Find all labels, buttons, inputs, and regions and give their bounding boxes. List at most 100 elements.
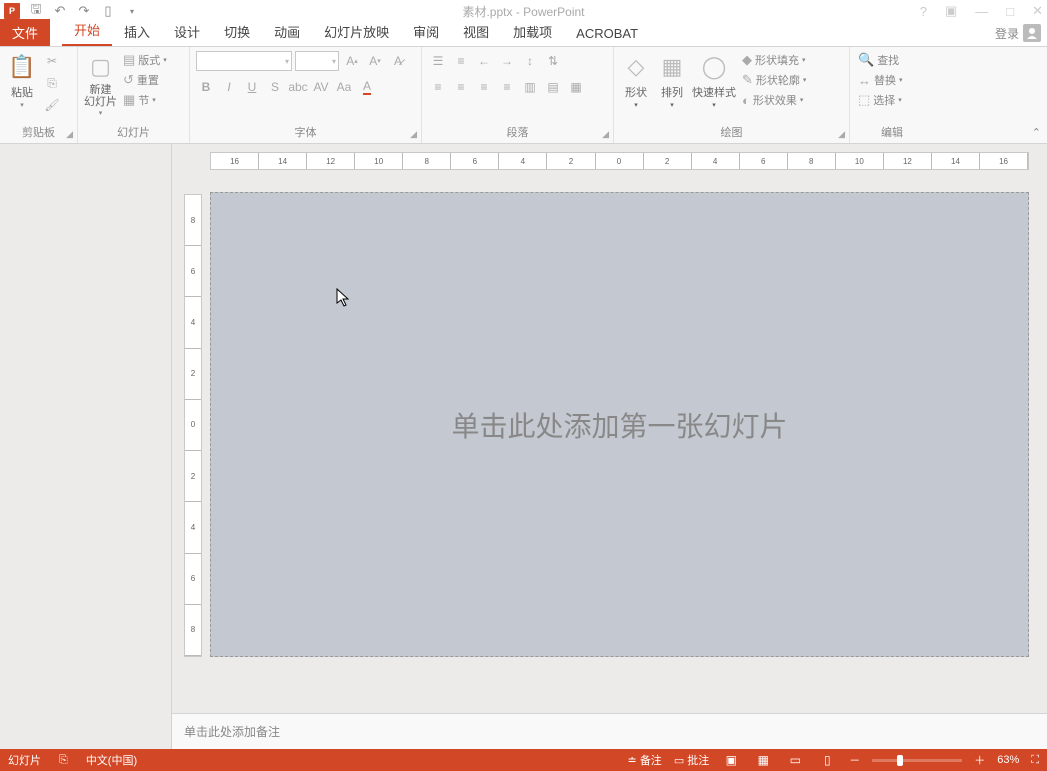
select-icon: ⬚ bbox=[858, 92, 870, 108]
slideshow-view-icon[interactable]: ▯ bbox=[817, 752, 837, 768]
quick-style-button[interactable]: ◯快速样式▾ bbox=[692, 51, 736, 124]
strikethrough-button[interactable]: S bbox=[265, 77, 285, 97]
paste-label: 粘贴 bbox=[11, 84, 33, 100]
reading-view-icon[interactable]: ▭ bbox=[785, 752, 805, 768]
grow-font-icon[interactable]: A▴ bbox=[342, 51, 362, 71]
font-size-select[interactable]: ▾ bbox=[295, 51, 339, 71]
tab-file[interactable]: 文件 bbox=[0, 19, 50, 46]
zoom-out-button[interactable]: － bbox=[849, 752, 860, 768]
underline-button[interactable]: U bbox=[242, 77, 262, 97]
font-color-icon[interactable]: A bbox=[357, 77, 377, 97]
align-center-icon[interactable]: ≡ bbox=[451, 77, 471, 97]
zoom-slider[interactable] bbox=[872, 759, 962, 762]
notes-placeholder: 单击此处添加备注 bbox=[184, 725, 280, 739]
tab-insert[interactable]: 插入 bbox=[112, 19, 162, 46]
first-slide-placeholder: 单击此处添加第一张幻灯片 bbox=[451, 405, 787, 445]
shrink-font-icon[interactable]: A▾ bbox=[365, 51, 385, 71]
find-button[interactable]: 🔍查找 bbox=[856, 51, 901, 69]
font-family-select[interactable]: ▾ bbox=[196, 51, 292, 71]
new-slide-icon: ▢ bbox=[85, 51, 117, 83]
help-icon[interactable]: ? bbox=[920, 4, 927, 19]
account-label[interactable]: 登录 bbox=[995, 25, 1019, 42]
paste-button[interactable]: 📋 粘贴 ▾ bbox=[6, 51, 38, 124]
tab-transitions[interactable]: 切换 bbox=[212, 19, 262, 46]
spellcheck-icon[interactable]: ⎘ bbox=[59, 754, 68, 767]
drawing-dialog-launcher[interactable]: ◢ bbox=[838, 129, 845, 140]
slide-canvas[interactable]: 单击此处添加第一张幻灯片 bbox=[210, 192, 1029, 657]
tab-view[interactable]: 视图 bbox=[451, 19, 501, 46]
font-dialog-launcher[interactable]: ◢ bbox=[410, 129, 417, 140]
reset-icon: ↺ bbox=[123, 72, 134, 88]
reset-button[interactable]: ↺重置 bbox=[121, 71, 161, 89]
shadow-button[interactable]: abc bbox=[288, 77, 308, 97]
window-title: 素材.pptx - PowerPoint bbox=[0, 3, 1047, 20]
save-icon[interactable]: 🖫 bbox=[28, 3, 44, 19]
bullets-icon[interactable]: ☰ bbox=[428, 51, 448, 71]
status-slide[interactable]: 幻灯片 bbox=[8, 752, 41, 768]
increase-indent-icon[interactable]: → bbox=[497, 51, 517, 71]
cut-icon[interactable]: ✂ bbox=[42, 51, 62, 71]
zoom-label[interactable]: 63% bbox=[997, 754, 1019, 766]
arrange-icon: ▦ bbox=[656, 51, 688, 83]
minimize-icon[interactable]: — bbox=[975, 4, 988, 19]
tab-slideshow[interactable]: 幻灯片放映 bbox=[312, 19, 401, 46]
status-comments-button[interactable]: ▭ 批注 bbox=[674, 752, 709, 768]
layout-button[interactable]: ▤版式▾ bbox=[121, 51, 169, 69]
tab-review[interactable]: 审阅 bbox=[401, 19, 451, 46]
new-slide-button[interactable]: ▢ 新建 幻灯片 ▾ bbox=[84, 51, 117, 124]
align-text-icon[interactable]: ▤ bbox=[543, 77, 563, 97]
text-direction-icon[interactable]: ⇅ bbox=[543, 51, 563, 71]
format-painter-icon[interactable]: 🖌 bbox=[42, 95, 62, 115]
tab-addins[interactable]: 加载项 bbox=[501, 19, 564, 46]
ribbon-options-icon[interactable]: ▣ bbox=[945, 3, 957, 19]
drawing-group-label: 绘图 bbox=[721, 127, 743, 139]
justify-icon[interactable]: ≡ bbox=[497, 77, 517, 97]
section-button[interactable]: ▦节▾ bbox=[121, 91, 158, 109]
clear-format-icon[interactable]: A̷ bbox=[388, 51, 408, 71]
effects-icon: ◐ bbox=[742, 93, 750, 108]
clipboard-dialog-launcher[interactable]: ◢ bbox=[66, 129, 73, 140]
select-button[interactable]: ⬚选择▾ bbox=[856, 91, 904, 109]
collapse-ribbon-icon[interactable]: ⌃ bbox=[1032, 126, 1041, 139]
tab-animations[interactable]: 动画 bbox=[262, 19, 312, 46]
shape-outline-button[interactable]: ✎形状轮廓▾ bbox=[740, 71, 808, 89]
columns-icon[interactable]: ▥ bbox=[520, 77, 540, 97]
tab-home[interactable]: 开始 bbox=[62, 17, 112, 46]
char-spacing-icon[interactable]: AV bbox=[311, 77, 331, 97]
tab-acrobat[interactable]: ACROBAT bbox=[564, 23, 650, 46]
copy-icon[interactable]: ⎘ bbox=[42, 73, 62, 93]
bold-button[interactable]: B bbox=[196, 77, 216, 97]
arrange-button[interactable]: ▦排列▾ bbox=[656, 51, 688, 124]
qat-dropdown-icon[interactable]: ▾ bbox=[124, 3, 140, 19]
outline-icon: ✎ bbox=[742, 72, 753, 88]
quickstyle-icon: ◯ bbox=[698, 51, 730, 83]
paragraph-dialog-launcher[interactable]: ◢ bbox=[602, 129, 609, 140]
maximize-icon[interactable]: □ bbox=[1006, 4, 1014, 19]
normal-view-icon[interactable]: ▣ bbox=[721, 752, 741, 768]
horizontal-ruler: 1614121086420246810121416 bbox=[210, 152, 1029, 170]
thumbnail-pane[interactable] bbox=[0, 144, 172, 749]
notes-pane[interactable]: 单击此处添加备注 bbox=[172, 713, 1047, 749]
fit-window-icon[interactable]: ⛶ bbox=[1031, 754, 1039, 767]
change-case-icon[interactable]: Aa bbox=[334, 77, 354, 97]
align-right-icon[interactable]: ≡ bbox=[474, 77, 494, 97]
line-spacing-icon[interactable]: ↕ bbox=[520, 51, 540, 71]
smartart-icon[interactable]: ▦ bbox=[566, 77, 586, 97]
avatar-icon[interactable] bbox=[1023, 24, 1041, 42]
decrease-indent-icon[interactable]: ← bbox=[474, 51, 494, 71]
italic-button[interactable]: I bbox=[219, 77, 239, 97]
paragraph-group-label: 段落 bbox=[507, 127, 529, 139]
tab-design[interactable]: 设计 bbox=[162, 19, 212, 46]
numbering-icon[interactable]: ≡ bbox=[451, 51, 471, 71]
zoom-in-button[interactable]: ＋ bbox=[974, 752, 985, 768]
sorter-view-icon[interactable]: ▦ bbox=[753, 752, 773, 768]
align-left-icon[interactable]: ≡ bbox=[428, 77, 448, 97]
replace-button[interactable]: ↔替换▾ bbox=[856, 71, 905, 89]
shape-effects-button[interactable]: ◐形状效果▾ bbox=[740, 91, 805, 109]
shapes-button[interactable]: ◇形状▾ bbox=[620, 51, 652, 124]
status-language[interactable]: 中文(中国) bbox=[86, 752, 137, 768]
close-icon[interactable]: ✕ bbox=[1032, 3, 1043, 19]
layout-icon: ▤ bbox=[123, 52, 135, 68]
shape-fill-button[interactable]: ◆形状填充▾ bbox=[740, 51, 808, 69]
status-notes-button[interactable]: ≐ 备注 bbox=[628, 752, 662, 768]
